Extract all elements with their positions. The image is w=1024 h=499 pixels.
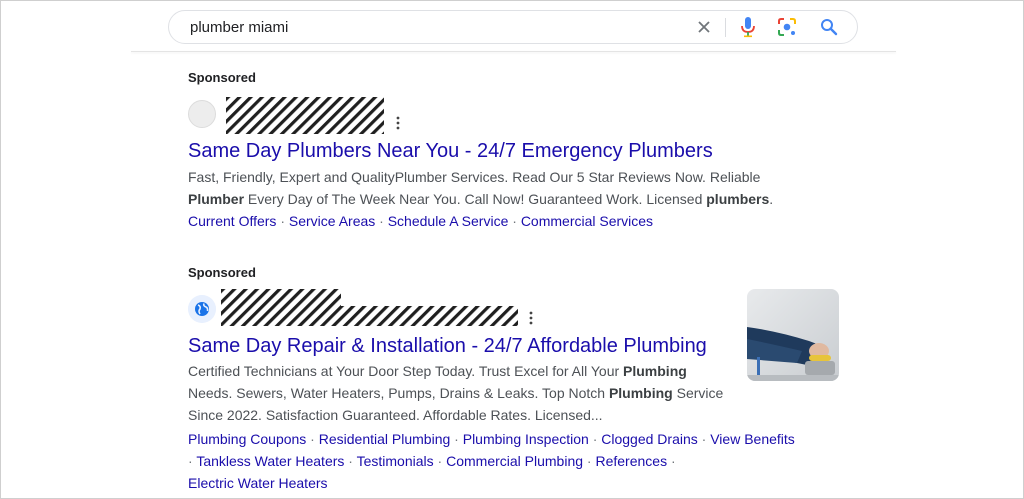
sitelink[interactable]: Plumbing Coupons	[188, 431, 306, 447]
camera-lens-icon[interactable]	[777, 17, 797, 37]
separator-dot: ·	[588, 431, 602, 447]
search-input[interactable]: plumber miami	[190, 19, 288, 36]
keyword-highlight: Plumbing	[623, 363, 687, 379]
mic-icon[interactable]	[739, 16, 757, 38]
description-line: Needs. Sewers, Water Heaters, Pumps, Dra…	[188, 382, 723, 404]
sitelink[interactable]: View Benefits	[710, 431, 795, 447]
sitelink[interactable]: References	[595, 453, 667, 469]
ad-description: Certified Technicians at Your Door Step …	[188, 360, 723, 426]
ad-sitelinks: Plumbing Coupons · Residential Plumbing …	[188, 428, 795, 494]
description-text: Certified Technicians at Your Door Step …	[188, 363, 624, 379]
description-text: Needs. Sewers, Water Heaters, Pumps, Dra…	[188, 385, 609, 401]
close-icon[interactable]	[696, 19, 712, 35]
separator-dot: ·	[276, 213, 289, 229]
sitelink[interactable]: Residential Plumbing	[319, 431, 451, 447]
globe-favicon[interactable]	[188, 295, 216, 323]
redacted-advertiser-name	[221, 289, 518, 326]
separator-dot: ·	[508, 213, 521, 229]
sitelink-row: Electric Water Heaters	[188, 472, 795, 494]
description-text: .	[769, 191, 774, 207]
sitelink[interactable]: Plumbing Inspection	[463, 431, 589, 447]
sitelink[interactable]: Commercial Plumbing	[446, 453, 583, 469]
description-line: Certified Technicians at Your Door Step …	[188, 360, 723, 382]
description-text: Every Day of The Week Near You. Call Now…	[244, 191, 707, 207]
search-icon[interactable]	[820, 18, 838, 36]
sitelink[interactable]: Clogged Drains	[601, 431, 698, 447]
description-line: Plumber Every Day of The Week Near You. …	[188, 188, 773, 210]
keyword-highlight: Plumbing	[608, 385, 673, 401]
description-text: Service	[672, 385, 724, 401]
description-text: Fast, Friendly, Expert and QualityPlumbe…	[188, 169, 761, 185]
description-text: Since 2022. Satisfaction Guaranteed. Aff…	[188, 407, 603, 423]
separator-dot: ·	[697, 431, 711, 447]
more-options-icon[interactable]	[528, 311, 534, 325]
search-bar-divider	[725, 18, 726, 37]
sitelink-row: · Tankless Water Heaters · Testimonials …	[188, 450, 795, 472]
sitelink[interactable]: Schedule A Service	[388, 213, 509, 229]
search-bar[interactable]: plumber miami	[168, 10, 858, 44]
sitelink[interactable]: Service Areas	[289, 213, 375, 229]
description-line: Since 2022. Satisfaction Guaranteed. Aff…	[188, 404, 723, 426]
sitelink[interactable]: Testimonials	[357, 453, 434, 469]
sitelink-row: Plumbing Coupons · Residential Plumbing …	[188, 428, 795, 450]
separator-dot: ·	[375, 213, 388, 229]
blank-favicon[interactable]	[188, 100, 216, 128]
ad-description: Fast, Friendly, Expert and QualityPlumbe…	[188, 166, 773, 210]
sponsored-label: Sponsored	[188, 265, 256, 280]
ad-thumbnail-image[interactable]	[747, 289, 839, 381]
sitelink[interactable]: Commercial Services	[521, 213, 653, 229]
redacted-advertiser-name	[226, 97, 384, 134]
separator-dot: ·	[344, 453, 357, 469]
ad-title-link[interactable]: Same Day Plumbers Near You - 24/7 Emerge…	[188, 140, 713, 163]
sitelink[interactable]: Tankless Water Heaters	[196, 453, 344, 469]
sitelink[interactable]: Electric Water Heaters	[188, 475, 328, 491]
separator-dot: ·	[433, 453, 447, 469]
ad-title-link[interactable]: Same Day Repair & Installation - 24/7 Af…	[188, 335, 707, 358]
more-options-icon[interactable]	[395, 116, 401, 130]
description-line: Fast, Friendly, Expert and QualityPlumbe…	[188, 166, 773, 188]
sponsored-label: Sponsored	[188, 70, 256, 85]
sitelink[interactable]: Current Offers	[188, 213, 276, 229]
sitelink-row: Current Offers · Service Areas · Schedul…	[188, 210, 653, 232]
separator-dot: ·	[450, 431, 463, 447]
separator-dot: ·	[583, 453, 596, 469]
separator-dot: ·	[667, 453, 676, 469]
keyword-highlight: plumbers	[706, 191, 770, 207]
ad-sitelinks: Current Offers · Service Areas · Schedul…	[188, 210, 653, 232]
keyword-highlight: Plumber	[188, 191, 245, 207]
separator-dot: ·	[306, 431, 319, 447]
header-divider	[131, 51, 896, 52]
